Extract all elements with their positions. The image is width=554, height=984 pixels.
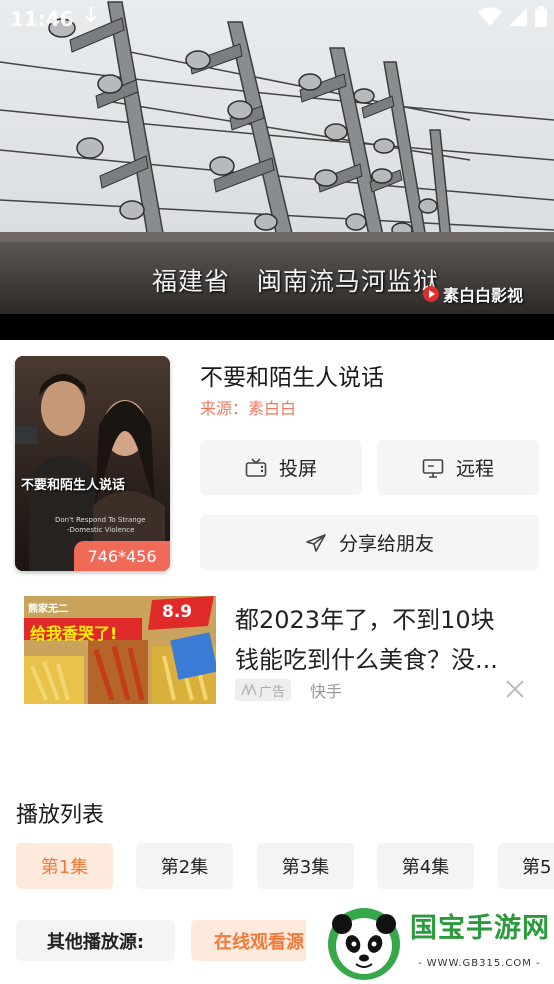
episode-item-5[interactable]: 第5 <box>498 843 554 889</box>
site-name: 国宝手游网 <box>410 913 550 944</box>
playlist-title: 播放列表 <box>16 803 105 828</box>
ad-headline-line2: 钱能吃到什么美食？没... <box>235 646 498 674</box>
cast-label: 投屏 <box>278 458 317 480</box>
video-poster[interactable]: 不要和陌生人说话 Don't Respond To Strange -Domes… <box>15 356 170 571</box>
status-icons <box>478 6 548 28</box>
remote-button[interactable]: 远程 <box>377 440 539 495</box>
remote-label: 远程 <box>455 458 494 480</box>
poster-subtitle-1: Don't Respond To Strange <box>55 516 146 524</box>
poster-title: 不要和陌生人说话 <box>21 478 126 493</box>
ad-brand: 快手 <box>310 682 343 701</box>
ad-thumb-brand: 熊家无二 <box>28 604 68 615</box>
download-arrow-icon <box>84 6 98 31</box>
episode-list: 第1集 第2集 第3集 第4集 第5 <box>16 843 554 891</box>
ad-thumb-price: 8.9 <box>162 602 193 622</box>
signal-icon <box>509 8 527 26</box>
online-source-button[interactable]: 在线观看源 <box>191 920 321 961</box>
episode-item-1[interactable]: 第1集 <box>16 843 113 889</box>
tv-icon <box>245 457 267 477</box>
poster-resolution-badge: 746*456 <box>74 541 170 571</box>
send-icon <box>306 533 326 552</box>
ad-tag-label: 广告 <box>259 684 286 700</box>
share-button[interactable]: 分享给朋友 <box>200 515 539 570</box>
video-source: 来源：素白白 <box>200 399 297 418</box>
video-watermark: 素白白影视 <box>422 282 523 306</box>
episode-item-4[interactable]: 第4集 <box>377 843 474 889</box>
ad-tag: 广告 <box>235 679 292 701</box>
episode-item-2[interactable]: 第2集 <box>136 843 233 889</box>
ad-thumbnail[interactable]: 熊家无二 给我香哭了! 8.9 <box>24 596 216 704</box>
battery-icon <box>535 6 547 27</box>
ad-tag-icon <box>241 684 257 696</box>
video-watermark-text: 素白白影视 <box>443 286 524 305</box>
site-url: - WWW.GB315.COM - <box>418 958 541 969</box>
ad-headline-line1: 都2023年了，不到10块 <box>235 606 495 634</box>
ad-thumb-banner: 给我香哭了! <box>30 624 118 643</box>
panda-icon <box>328 908 400 980</box>
wifi-icon <box>478 7 502 26</box>
poster-image <box>15 356 170 571</box>
monitor-icon <box>422 458 444 478</box>
other-sources-label: 其他播放源: <box>16 920 175 961</box>
play-logo-icon <box>423 286 439 302</box>
video-player[interactable]: 11:46 福建省 闽南流马河监狱 素白白影视 <box>0 0 554 340</box>
status-time: 11:46 <box>10 7 74 31</box>
ad-headline[interactable]: 都2023年了，不到10块 钱能吃到什么美食？没... <box>235 600 535 680</box>
close-icon[interactable] <box>504 678 526 700</box>
site-logo: 国宝手游网 - WWW.GB315.COM - <box>306 898 554 984</box>
share-label: 分享给朋友 <box>338 533 434 555</box>
video-subtitle: 福建省 闽南流马河监狱 <box>152 267 439 296</box>
poster-subtitle-2: -Domestic Violence <box>67 526 135 534</box>
status-bar: 11:46 <box>0 0 554 38</box>
cast-button[interactable]: 投屏 <box>200 440 362 495</box>
episode-item-3[interactable]: 第3集 <box>257 843 354 889</box>
video-title: 不要和陌生人说话 <box>200 365 384 391</box>
